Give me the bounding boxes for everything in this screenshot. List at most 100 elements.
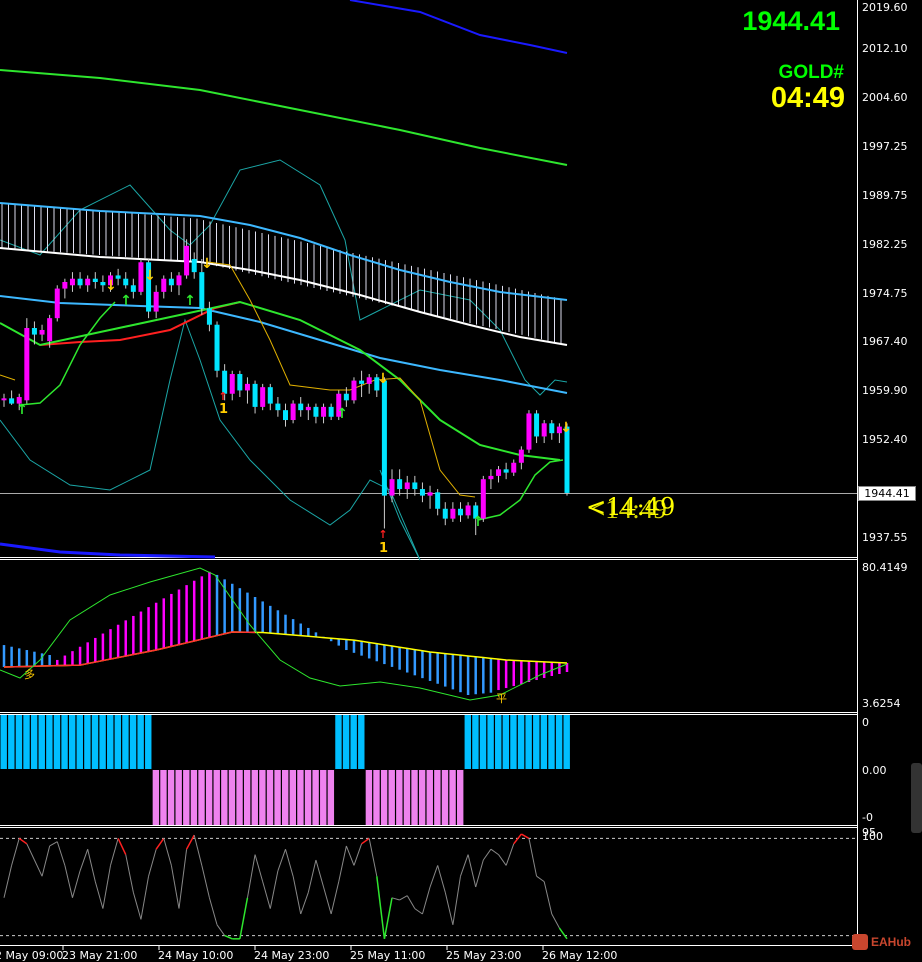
chart-canvas[interactable]: ↑ ↑ ↑ ↑ ↑ ↓ ↓ ↓ ↓ ↓ ↑ ↑ bbox=[0, 0, 922, 958]
stoch-segment bbox=[528, 838, 538, 877]
fractal-label: 1 bbox=[219, 402, 229, 417]
candle-body bbox=[31, 328, 37, 335]
candle-body bbox=[313, 406, 319, 417]
candle bbox=[191, 252, 197, 279]
candle-body bbox=[450, 508, 456, 519]
candle bbox=[397, 469, 403, 496]
candle bbox=[526, 410, 532, 453]
histogram-bar-up bbox=[38, 715, 45, 769]
histogram-bar-down bbox=[441, 770, 449, 825]
stoch-segment bbox=[79, 849, 89, 871]
histogram-bar-up bbox=[533, 715, 540, 769]
histogram-bar-up bbox=[30, 715, 38, 769]
candle bbox=[427, 485, 433, 509]
stoch-segment bbox=[315, 859, 325, 888]
histogram-bar-up bbox=[555, 715, 563, 769]
candle-body bbox=[77, 278, 83, 286]
candle bbox=[359, 370, 365, 398]
stoch-segment bbox=[155, 837, 165, 850]
stoch-segment bbox=[185, 834, 195, 850]
histogram-bar-up bbox=[479, 715, 487, 769]
stoch-segment bbox=[71, 870, 81, 898]
candle bbox=[206, 301, 212, 332]
bid-price: 1944.41 bbox=[742, 6, 840, 36]
candle bbox=[214, 321, 220, 378]
candle-body bbox=[161, 278, 167, 292]
histogram-bar-up bbox=[53, 715, 61, 769]
stoch-segment bbox=[551, 913, 560, 929]
candle bbox=[419, 482, 425, 503]
candle bbox=[541, 420, 547, 444]
arrow-down-icon: ↓ bbox=[105, 278, 117, 294]
candle-body bbox=[404, 482, 410, 490]
candle-body bbox=[442, 508, 448, 519]
candle-body bbox=[252, 383, 258, 407]
stoch-segment bbox=[140, 876, 150, 920]
candle-body bbox=[267, 387, 273, 404]
histogram-bar-up bbox=[525, 715, 532, 769]
candle bbox=[85, 275, 91, 292]
histogram-bar-up bbox=[114, 715, 122, 769]
candle-body bbox=[564, 426, 570, 493]
histogram-bar-down bbox=[266, 770, 274, 825]
eahub-logo: EAHub bbox=[852, 934, 911, 950]
histogram-bar-down bbox=[274, 770, 281, 825]
candle-body bbox=[130, 285, 136, 292]
stoch-segment bbox=[102, 865, 112, 909]
price-tick: 1937.55 bbox=[862, 531, 908, 544]
candle-body bbox=[191, 258, 197, 273]
candle bbox=[321, 403, 327, 424]
ma-blue-low bbox=[0, 542, 216, 559]
arrow-up-icon: ↑ bbox=[336, 406, 348, 422]
candle bbox=[503, 462, 509, 480]
candles bbox=[1, 239, 570, 536]
symbol-label: GOLD# bbox=[778, 62, 844, 83]
stoch-segment bbox=[170, 865, 180, 909]
stoch-segment bbox=[41, 845, 51, 877]
candle bbox=[389, 469, 395, 503]
candle bbox=[351, 377, 357, 404]
candle-body bbox=[419, 489, 425, 496]
histogram-bar-up bbox=[563, 715, 570, 769]
stoch-segment bbox=[353, 843, 363, 866]
arrow-down-icon: ↓ bbox=[560, 420, 572, 436]
candle bbox=[69, 272, 75, 292]
candle bbox=[9, 390, 15, 405]
stoch-segment bbox=[64, 865, 73, 898]
ma-blue-slow bbox=[349, 0, 568, 54]
time-tick: 22 May 09:00 bbox=[0, 949, 64, 962]
histogram-bar-up bbox=[517, 715, 525, 769]
candle-body bbox=[534, 413, 540, 437]
candle bbox=[488, 469, 494, 490]
candle-body bbox=[92, 278, 98, 282]
volume-gauge[interactable] bbox=[911, 763, 922, 833]
candle-body bbox=[138, 262, 144, 292]
stoch-segment bbox=[26, 843, 35, 861]
candle bbox=[298, 397, 304, 417]
candle-body bbox=[206, 308, 212, 325]
candle-body bbox=[290, 403, 296, 421]
arrow-up-icon: ↑ bbox=[378, 528, 387, 541]
candle-body bbox=[457, 508, 463, 516]
stoch-segment bbox=[345, 845, 355, 866]
stoch-segment bbox=[208, 897, 218, 925]
ma-overlays-2 bbox=[0, 202, 568, 521]
stoch-segment bbox=[368, 838, 378, 877]
histo-axis-top: 0 bbox=[862, 716, 869, 729]
candle-body bbox=[549, 423, 555, 434]
stoch-segment bbox=[262, 881, 271, 909]
stoch-segment bbox=[536, 875, 545, 883]
ma-green-long bbox=[0, 69, 568, 166]
histogram-bar-down bbox=[434, 770, 441, 825]
histogram-bar-up bbox=[495, 715, 502, 769]
stop-line-yellow bbox=[207, 261, 476, 498]
stoch-segment bbox=[148, 849, 157, 877]
arrow-down-icon: ↓ bbox=[377, 371, 389, 387]
histogram-bar-down bbox=[388, 770, 395, 825]
candle-body bbox=[366, 377, 372, 384]
histogram-bar-down bbox=[152, 770, 160, 825]
price-tick: 1959.90 bbox=[862, 384, 908, 397]
stoch-segment bbox=[460, 854, 469, 877]
candle-body bbox=[328, 406, 334, 417]
candle-body bbox=[199, 272, 205, 309]
